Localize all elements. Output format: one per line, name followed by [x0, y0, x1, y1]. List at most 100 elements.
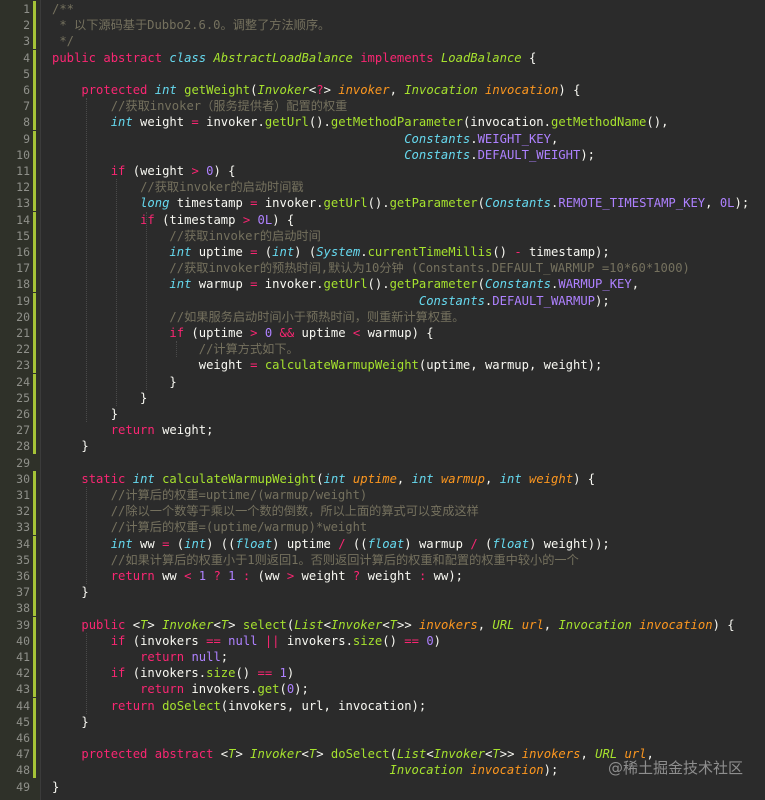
code-plain — [52, 294, 419, 308]
code-line[interactable]: 17 //获取invoker的预热时间,默认为10分钟 (Constants.D… — [0, 260, 765, 277]
code-text: } — [52, 374, 176, 390]
code-line[interactable]: 29 — [0, 455, 765, 471]
code-text: public abstract class AbstractLoadBalanc… — [52, 50, 536, 66]
code-line[interactable]: 45 } — [0, 713, 765, 730]
code-text: public <T> Invoker<T> select(List<Invoke… — [52, 617, 734, 633]
code-line[interactable]: 34 int ww = (int) ((float) uptime / ((fl… — [0, 535, 765, 552]
code-token: weight — [529, 471, 574, 486]
code-line[interactable]: 35 //如果计算后的权重小于1则返回1。否则返回计算后的权重和配置的权重中较小… — [0, 551, 765, 568]
code-plain: > — [228, 617, 243, 632]
code-line[interactable]: 31 //计算后的权重=uptime/(warmup/weight) — [0, 487, 765, 503]
code-line[interactable]: 49} — [0, 779, 765, 795]
code-line[interactable]: 26 } — [0, 406, 765, 422]
code-token: calculateWarmupWeight — [264, 358, 419, 373]
code-line[interactable]: 32 //除以一个数等于乘以一个数的倒数，所以上面的算式可以变成这样 — [0, 503, 765, 520]
code-line[interactable]: 27 return weight; — [0, 422, 765, 439]
code-line[interactable]: 15 //获取invoker的启动时间 — [0, 227, 765, 244]
code-line[interactable]: 8 int weight = invoker.getUrl().getMetho… — [0, 114, 765, 131]
code-line[interactable]: 38 — [0, 600, 765, 617]
code-plain: ) { — [573, 471, 596, 486]
line-number: 26 — [16, 407, 30, 421]
code-line[interactable]: 24 } — [0, 373, 765, 390]
code-plain: ) uptime — [272, 536, 339, 551]
code-line[interactable]: 36 return ww < 1 ? 1 : (ww > weight ? we… — [0, 568, 765, 584]
code-token: return — [110, 423, 155, 438]
code-token: size — [206, 666, 236, 681]
code-plain — [52, 472, 81, 486]
code-line[interactable]: 21 if (uptime > 0 && uptime < warmup) { — [0, 325, 765, 341]
code-line[interactable]: 41 return null; — [0, 649, 765, 665]
line-number: 10 — [16, 147, 30, 162]
code-token: URL — [492, 617, 515, 632]
code-plain — [52, 699, 111, 713]
code-plain — [514, 618, 521, 632]
code-line[interactable]: 20 //如果服务启动时间小于预热时间，则重新计算权重。 — [0, 308, 765, 325]
code-line[interactable]: 7 //获取invoker（服务提供者）配置的权重 — [0, 98, 765, 115]
code-line[interactable]: 18 int warmup = invoker.getUrl().getPara… — [0, 276, 765, 293]
code-plain: >> — [397, 617, 420, 632]
code-editor[interactable]: 1/** 2 * 以下源码基于Dubbo2.6.0。调整了方法顺序。 3 */4 pu… — [0, 0, 765, 800]
code-text: //获取invoker的启动时间戳 — [52, 179, 304, 195]
code-plain: , — [550, 131, 559, 146]
code-line[interactable]: 5 — [0, 65, 765, 82]
line-number: 39 — [16, 617, 30, 632]
code-plain — [257, 358, 264, 372]
code-line[interactable]: 13 long timestamp = invoker.getUrl().get… — [0, 195, 765, 212]
code-line[interactable]: 37 } — [0, 584, 765, 601]
code-token: get — [257, 682, 280, 697]
code-line[interactable]: 1 /** — [0, 1, 765, 17]
code-token: float — [492, 536, 530, 551]
code-line[interactable]: 46 — [0, 730, 765, 746]
code-plain: , — [485, 471, 500, 486]
code-plain — [52, 83, 81, 97]
code-token: List — [396, 747, 427, 762]
code-line[interactable]: 11 if (weight > 0) { — [0, 163, 765, 179]
code-plain — [52, 423, 111, 437]
code-plain: (( — [345, 536, 368, 551]
code-token: //获取invoker（服务提供者）配置的权重 — [110, 99, 348, 114]
code-line[interactable]: 10 Constants.DEFAULT_WEIGHT); — [0, 146, 765, 163]
code-token: invocation — [639, 617, 713, 632]
code-line[interactable]: 28 } — [0, 438, 765, 455]
code-line[interactable]: 9 Constants.WEIGHT_KEY, — [0, 130, 765, 147]
code-plain: weight; — [154, 423, 214, 438]
line-number: 28 — [16, 439, 30, 454]
code-token: int — [411, 471, 434, 486]
code-token: int — [184, 536, 207, 551]
code-token: class — [169, 50, 207, 65]
code-plain — [272, 666, 279, 680]
code-plain — [52, 747, 81, 761]
code-line[interactable]: 30 static int calculateWarmupWeight(int … — [0, 470, 765, 487]
code-line[interactable]: 14 if (timestamp > 0L) { — [0, 211, 765, 228]
code-token: //获取invoker的预热时间,默认为10分钟 (Constants.DEFA… — [169, 261, 690, 276]
code-line[interactable]: 3 */ — [0, 33, 765, 50]
code-line[interactable]: 12 //获取invoker的启动时间戳 — [0, 179, 765, 196]
code-plain — [52, 326, 169, 340]
code-plain: , — [477, 617, 493, 632]
code-plain: < — [213, 747, 229, 762]
code-token: && — [279, 326, 295, 340]
code-line[interactable]: 19 Constants.DEFAULT_WARMUP); — [0, 292, 765, 309]
code-plain: , — [396, 471, 412, 486]
code-text: if (timestamp > 0L) { — [52, 212, 294, 228]
line-number: 17 — [16, 261, 30, 276]
code-line[interactable]: 16 int uptime = (int) (System.currentTim… — [0, 244, 765, 260]
line-number: 11 — [16, 164, 30, 178]
code-line[interactable]: 22 //计算方式如下。 — [0, 341, 765, 358]
code-line[interactable]: 4 public abstract class AbstractLoadBalan… — [0, 49, 765, 66]
code-line[interactable]: 25 } — [0, 389, 765, 406]
code-line[interactable]: 43 return invokers.get(0); — [0, 681, 765, 698]
code-token: List — [294, 617, 324, 632]
code-line[interactable]: 39 public <T> Invoker<T> select(List<Inv… — [0, 616, 765, 633]
code-line[interactable]: 44 return doSelect(invokers, url, invoca… — [0, 697, 765, 714]
code-line[interactable]: 23 weight = calculateWarmupWeight(uptime… — [0, 357, 765, 374]
code-line[interactable]: 6 protected int getWeight(Invoker<?> inv… — [0, 82, 765, 98]
code-line[interactable]: 33 //计算后的权重=(uptime/warmup)*weight — [0, 519, 765, 536]
code-line[interactable]: 2 * 以下源码基于Dubbo2.6.0。调整了方法顺序。 — [0, 17, 765, 34]
code-line[interactable]: 42 if (invokers.size() == 1) — [0, 665, 765, 682]
line-number: 30 — [16, 471, 30, 486]
code-text: } — [52, 714, 88, 730]
code-token: Invocation — [558, 617, 632, 632]
code-text: protected int getWeight(Invoker<?> invok… — [52, 82, 580, 98]
code-line[interactable]: 40 if (invokers == null || invokers.size… — [0, 632, 765, 649]
